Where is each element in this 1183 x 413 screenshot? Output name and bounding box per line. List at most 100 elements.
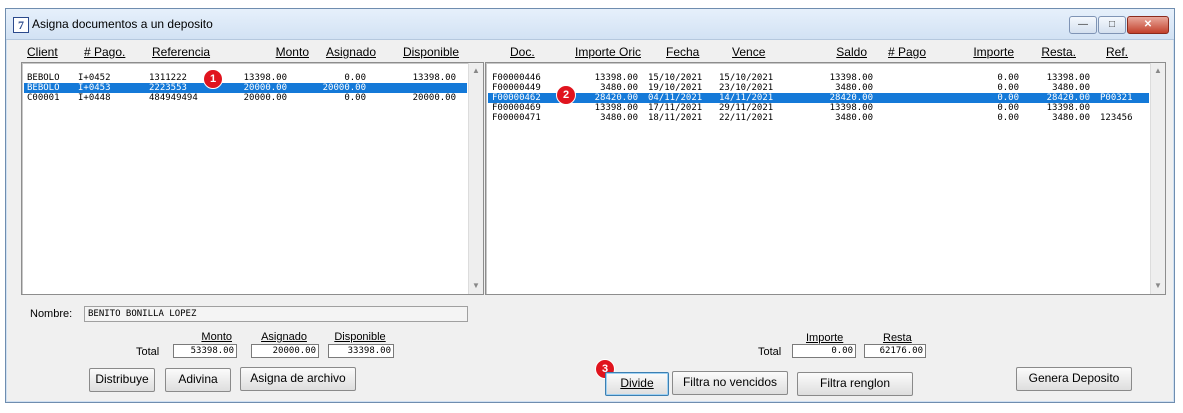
cell-monto: 13398.00 <box>243 73 287 83</box>
cell-monto: 20000.00 <box>243 93 287 103</box>
header-resta[interactable]: Resta. <box>1016 45 1076 59</box>
cell-importe-orig: 13398.00 <box>594 73 638 83</box>
documents-list[interactable]: ▲ ▼ F00000446 13398.00 15/10/2021 15/10/202… <box>485 62 1166 295</box>
cell-fecha: 18/11/2021 <box>648 113 703 123</box>
cell-referencia: 1311222 <box>149 73 187 83</box>
totals-label: Total <box>136 346 160 358</box>
table-row[interactable]: C00001 I+0448 484949494 20000.00 0.00 20000.0… <box>24 93 467 103</box>
cell-vence: 23/10/2021 <box>719 83 774 93</box>
cell-disponible: 20000.00 <box>412 93 456 103</box>
header-vence[interactable]: Vence <box>732 45 765 59</box>
totals-monto-header: Monto <box>201 331 232 343</box>
cell-resta: 28420.00 <box>1046 93 1090 103</box>
cell-client: C00001 <box>27 93 60 103</box>
total-disponible-field: 33398.00 <box>328 344 394 358</box>
header-pago[interactable]: # Pago. <box>84 45 125 59</box>
adivina-button[interactable]: Adivina <box>165 368 231 392</box>
total-resta-field: 62176.00 <box>864 344 926 358</box>
cell-importe-orig: 3480.00 <box>600 113 638 123</box>
total-importe-field: 0.00 <box>792 344 856 358</box>
marker-badge: 2 <box>556 85 576 105</box>
header-importe[interactable]: Importe <box>946 45 1014 59</box>
cell-importe: 0.00 <box>997 113 1019 123</box>
table-row[interactable]: F00000462 28420.00 04/11/2021 14/11/2021 284… <box>488 93 1149 103</box>
left-scrollbar[interactable]: ▲ ▼ <box>468 63 483 294</box>
scroll-down-icon[interactable]: ▼ <box>471 281 481 291</box>
cell-fecha: 17/11/2021 <box>648 103 703 113</box>
marker-badge: 1 <box>203 69 223 89</box>
cell-importe-orig: 13398.00 <box>594 103 638 113</box>
minimize-button[interactable]: — <box>1069 16 1097 34</box>
nombre-label: Nombre: <box>30 308 73 320</box>
totals-importe-header: Importe <box>806 332 844 344</box>
cell-doc: F00000469 <box>492 103 541 113</box>
cell-doc: F00000446 <box>492 73 541 83</box>
table-row[interactable]: F00000471 3480.00 18/11/2021 22/11/2021 3480… <box>488 113 1149 123</box>
totals-asignado-header: Asignado <box>261 331 307 343</box>
cell-doc: F00000449 <box>492 83 541 93</box>
asigna-archivo-button[interactable]: Asigna de archivo <box>240 367 356 391</box>
header-importe-orig[interactable]: Importe Oric <box>561 45 641 59</box>
cell-fecha: 19/10/2021 <box>648 83 703 93</box>
cell-fecha: 04/11/2021 <box>648 93 703 103</box>
deposits-list[interactable]: ▲ ▼ BEBOLO I+0452 1311222 13398.00 0.00 13398… <box>21 62 484 295</box>
table-row[interactable]: BEBOLO I+0453 2223553 20000.00 20000.00 <box>24 83 467 93</box>
cell-vence: 22/11/2021 <box>719 113 774 123</box>
right-scrollbar[interactable]: ▲ ▼ <box>1150 63 1165 294</box>
table-row[interactable]: BEBOLO I+0452 1311222 13398.00 0.00 13398.00 <box>24 73 467 83</box>
header-num-pago[interactable]: # Pago <box>888 45 926 59</box>
header-doc[interactable]: Doc. <box>510 45 535 59</box>
total-monto-field: 53398.00 <box>173 344 237 358</box>
cell-ref: 123456 <box>1100 113 1133 123</box>
header-monto[interactable]: Monto <box>234 45 309 59</box>
cell-pago: I+0453 <box>78 83 111 93</box>
close-button[interactable]: ✕ <box>1127 16 1169 34</box>
cell-resta: 13398.00 <box>1046 103 1090 113</box>
divide-button-label: Divide <box>620 376 654 390</box>
cell-asignado: 20000.00 <box>322 83 366 93</box>
table-row[interactable]: F00000449 3480.00 19/10/2021 23/10/2021 3480… <box>488 83 1149 93</box>
totals-label: Total <box>758 346 782 358</box>
cell-fecha: 15/10/2021 <box>648 73 703 83</box>
cell-pago: I+0452 <box>78 73 111 83</box>
distribuye-button[interactable]: Distribuye <box>89 368 155 392</box>
maximize-button[interactable]: □ <box>1098 16 1126 34</box>
cell-saldo: 28420.00 <box>829 93 873 103</box>
header-asignado[interactable]: Asignado <box>306 45 376 59</box>
header-referencia[interactable]: Referencia <box>152 45 210 59</box>
cell-saldo: 13398.00 <box>829 103 873 113</box>
cell-client: BEBOLO <box>27 73 60 83</box>
header-client[interactable]: Client <box>27 45 58 59</box>
app-icon: 7 <box>13 17 29 33</box>
genera-deposito-button[interactable]: Genera Deposito <box>1016 367 1132 391</box>
cell-importe: 0.00 <box>997 93 1019 103</box>
cell-asignado: 0.00 <box>344 73 366 83</box>
cell-resta: 3480.00 <box>1052 83 1090 93</box>
scroll-up-icon[interactable]: ▲ <box>1153 66 1163 76</box>
table-row[interactable]: F00000446 13398.00 15/10/2021 15/10/2021 133… <box>488 73 1149 83</box>
nombre-field: BENITO BONILLA LOPEZ <box>84 306 468 322</box>
filtra-renglon-button[interactable]: Filtra renglon <box>797 372 913 396</box>
cell-monto: 20000.00 <box>243 83 287 93</box>
divide-button[interactable]: Divide <box>605 372 669 396</box>
header-disponible[interactable]: Disponible <box>381 45 459 59</box>
scroll-down-icon[interactable]: ▼ <box>1153 281 1163 291</box>
cell-saldo: 3480.00 <box>835 113 873 123</box>
header-saldo[interactable]: Saldo <box>796 45 867 59</box>
cell-resta: 3480.00 <box>1052 113 1090 123</box>
cell-referencia: 484949494 <box>149 93 198 103</box>
total-asignado-field: 20000.00 <box>251 344 319 358</box>
table-row[interactable]: F00000469 13398.00 17/11/2021 29/11/2021 133… <box>488 103 1149 113</box>
filtra-no-vencidos-button[interactable]: Filtra no vencidos <box>672 371 788 395</box>
cell-saldo: 3480.00 <box>835 83 873 93</box>
header-fecha[interactable]: Fecha <box>666 45 699 59</box>
cell-importe-orig: 3480.00 <box>600 83 638 93</box>
cell-importe-orig: 28420.00 <box>594 93 638 103</box>
cell-saldo: 13398.00 <box>829 73 873 83</box>
header-ref[interactable]: Ref. <box>1106 45 1128 59</box>
cell-asignado: 0.00 <box>344 93 366 103</box>
scroll-up-icon[interactable]: ▲ <box>471 66 481 76</box>
cell-doc: F00000462 <box>492 93 541 103</box>
cell-vence: 29/11/2021 <box>719 103 774 113</box>
title-bar[interactable]: 7 Asigna documentos a un deposito — □ ✕ <box>6 9 1174 40</box>
